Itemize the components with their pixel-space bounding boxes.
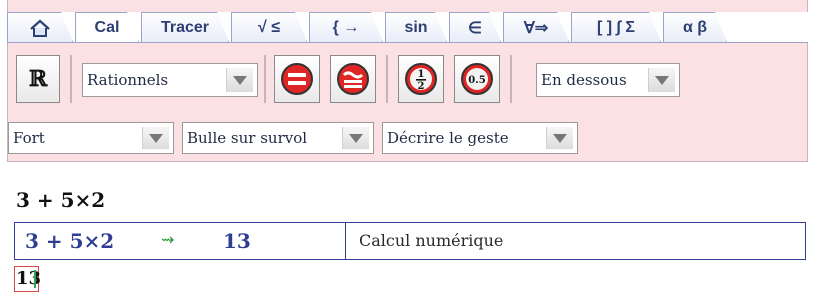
chevron-down-icon xyxy=(142,127,169,149)
real-numbers-icon: ℝ xyxy=(28,66,48,92)
column-separator xyxy=(345,223,346,259)
tab-label: α β xyxy=(682,18,708,36)
tab-label: ∀⇒ xyxy=(523,19,549,37)
tab-label: { → xyxy=(332,18,360,36)
real-numbers-button[interactable]: ℝ xyxy=(16,55,60,103)
calculation-description: Calcul numérique xyxy=(359,231,504,250)
result-field[interactable]: 13 xyxy=(14,266,42,292)
chevron-down-icon xyxy=(342,127,369,149)
text-weight-select[interactable]: Fort xyxy=(8,122,174,154)
tab-logic[interactable]: ∀⇒ xyxy=(503,12,569,42)
svg-text:1: 1 xyxy=(418,69,425,80)
toolbar-divider xyxy=(386,55,388,103)
tab-label: ∈ xyxy=(468,19,482,37)
gesture-mode-value: Décrire le geste xyxy=(387,129,509,147)
tab-label: √ ≤ xyxy=(257,18,280,36)
svg-text:0.5: 0.5 xyxy=(468,75,485,86)
tab-bar-filler xyxy=(729,12,808,42)
tab-integrals-sums[interactable]: [ ] ∫ Σ xyxy=(571,12,661,42)
text-caret xyxy=(34,270,36,288)
chevron-down-icon xyxy=(648,68,675,92)
tab-home[interactable] xyxy=(7,12,73,42)
result-value: 13 xyxy=(16,268,42,289)
result-position-value: En dessous xyxy=(541,71,627,89)
result-arrow-icon: ⇝ xyxy=(161,230,175,249)
tooltip-mode-value: Bulle sur survol xyxy=(187,129,308,147)
tab-cal[interactable]: Cal xyxy=(75,12,139,42)
tab-bar: Cal Tracer √ ≤ { → sin ∈ ∀⇒ [ ] ∫ Σ α β xyxy=(7,12,808,43)
gesture-mode-select[interactable]: Décrire le geste xyxy=(382,122,578,154)
tab-label: Cal xyxy=(94,18,120,36)
equals-icon xyxy=(281,63,313,95)
calculation-result: 13 xyxy=(223,229,251,253)
number-type-select[interactable]: Rationnels xyxy=(82,63,258,97)
fraction-icon: 1 2 xyxy=(405,63,437,95)
svg-text:2: 2 xyxy=(418,81,425,92)
approx-equal-icon xyxy=(337,63,369,95)
tab-trigonometry[interactable]: sin xyxy=(385,12,447,42)
fraction-display-button[interactable]: 1 2 xyxy=(398,55,444,103)
decimal-icon: 0.5 xyxy=(461,63,493,95)
home-icon xyxy=(29,18,51,38)
toolbar-divider xyxy=(70,55,72,103)
calculation-input[interactable]: 3 + 5×2 xyxy=(25,229,114,253)
result-position-select[interactable]: En dessous xyxy=(536,63,680,97)
expression-heading: 3 + 5×2 xyxy=(16,188,106,212)
exact-result-button[interactable] xyxy=(274,55,320,103)
approximate-result-button[interactable] xyxy=(330,55,376,103)
decimal-display-button[interactable]: 0.5 xyxy=(454,55,500,103)
toolbar-divider xyxy=(510,55,512,103)
tab-roots-inequalities[interactable]: √ ≤ xyxy=(231,12,307,42)
number-type-value: Rationnels xyxy=(87,71,169,89)
tab-greek[interactable]: α β xyxy=(663,12,727,42)
chevron-down-icon xyxy=(226,68,253,92)
tab-label: sin xyxy=(404,18,428,36)
tooltip-mode-select[interactable]: Bulle sur survol xyxy=(182,122,374,154)
calculation-row[interactable]: 3 + 5×2 ⇝ 13 Calcul numérique xyxy=(14,222,806,260)
toolbar-divider xyxy=(264,55,266,103)
chevron-down-icon xyxy=(546,127,573,149)
tab-sets-functions[interactable]: { → xyxy=(309,12,383,42)
text-weight-value: Fort xyxy=(13,129,45,147)
tab-label: Tracer xyxy=(160,18,210,36)
tab-label: [ ] ∫ Σ xyxy=(597,18,635,36)
tab-element-of[interactable]: ∈ xyxy=(449,12,501,42)
tab-tracer[interactable]: Tracer xyxy=(141,12,229,42)
